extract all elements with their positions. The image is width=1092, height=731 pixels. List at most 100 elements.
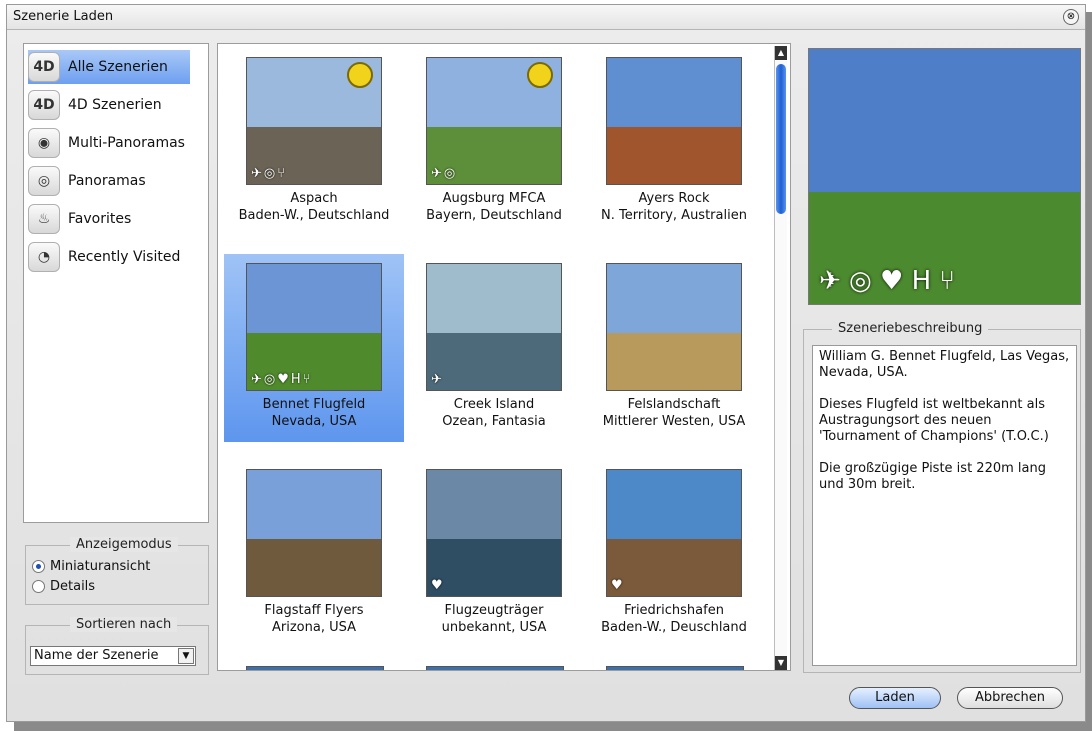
scene-thumbnail-partial[interactable]	[606, 666, 744, 670]
scene-tile[interactable]: ✈◎♥H⑂ Bennet Flugfeld Nevada, USA	[224, 254, 404, 442]
scene-tile[interactable]: ✈◎ Augsburg MFCA Bayern, Deutschland	[404, 48, 584, 236]
scene-caption: Aspach Baden-W., Deutschland	[224, 190, 404, 224]
scroll-down-arrow[interactable]: ▼	[775, 656, 787, 670]
scene-caption: Ayers Rock N. Territory, Australien	[584, 190, 764, 224]
scene-thumbnail[interactable]	[606, 263, 742, 391]
scene-thumbnail[interactable]: ♥	[606, 469, 742, 597]
scene-preview-image: ✈ ◎ ♥ H ⑂	[808, 48, 1081, 305]
scene-location: Bayern, Deutschland	[426, 208, 562, 223]
sort-select[interactable]: Name der Szenerie ▼	[30, 646, 196, 666]
title-bar[interactable]: Szenerie Laden ⊗	[7, 5, 1085, 30]
scene-thumbnail[interactable]	[606, 57, 742, 185]
radio-details-label: Details	[50, 579, 96, 594]
scene-feature-icons: ✈◎⑂	[251, 166, 288, 181]
eye-icon: ◉	[28, 128, 60, 158]
scene-location: Baden-W., Deuschland	[601, 620, 747, 635]
category-label: 4D Szenerien	[68, 97, 162, 113]
scene-caption: Flugzeugträger unbekannt, USA	[404, 602, 584, 636]
radio-details-indicator[interactable]	[32, 580, 45, 593]
scene-name: Friedrichshafen	[624, 603, 724, 618]
scene-location: Ozean, Fantasia	[442, 414, 546, 429]
scene-tile[interactable]: Flagstaff Flyers Arizona, USA	[224, 460, 404, 648]
category-label: Panoramas	[68, 173, 146, 189]
radio-thumbnail-label: Miniaturansicht	[50, 559, 151, 574]
chevron-down-icon[interactable]: ▼	[178, 648, 194, 664]
category-label: Favorites	[68, 211, 132, 227]
scene-thumbnail[interactable]: ✈◎⑂	[246, 57, 382, 185]
scene-tile[interactable]: ✈◎⑂ Aspach Baden-W., Deutschland	[224, 48, 404, 236]
camera-icon: ◎	[28, 166, 60, 196]
scene-name: Creek Island	[453, 397, 535, 412]
scene-thumbnail-partial[interactable]	[246, 666, 384, 670]
display-mode-legend: Anzeigemodus	[70, 537, 178, 552]
location-pin-icon	[347, 62, 373, 88]
all-scenes-icon: 4D	[28, 52, 60, 82]
category-item[interactable]: 4D Alle Szenerien	[28, 50, 190, 84]
scene-thumbnail-partial[interactable]	[426, 666, 564, 670]
scene-location: Arizona, USA	[272, 620, 356, 635]
flame-icon: ♨	[28, 204, 60, 234]
scene-tile[interactable]: Felslandschaft Mittlerer Westen, USA	[584, 254, 764, 442]
display-mode-group: Anzeigemodus Miniaturansicht Details	[25, 537, 209, 605]
scene-name: Aspach	[290, 191, 338, 206]
category-label: Multi-Panoramas	[68, 135, 185, 151]
scene-feature-icons: ✈◎♥H⑂	[251, 372, 313, 387]
scene-caption: Bennet Flugfeld Nevada, USA	[224, 396, 404, 430]
scene-feature-icons: ✈◎	[431, 166, 458, 181]
category-item[interactable]: ◔ Recently Visited	[28, 240, 190, 274]
scene-location: Baden-W., Deutschland	[238, 208, 390, 223]
scene-location: N. Territory, Australien	[601, 208, 747, 223]
location-pin-icon	[527, 62, 553, 88]
scroll-thumb[interactable]	[776, 64, 786, 214]
window-title: Szenerie Laden	[13, 9, 114, 24]
sort-select-value: Name der Szenerie	[34, 648, 159, 663]
load-button[interactable]: Laden	[849, 687, 941, 709]
category-item[interactable]: ◉ Multi-Panoramas	[28, 126, 190, 160]
scroll-up-arrow[interactable]: ▲	[775, 46, 787, 60]
scene-feature-icons: ♥	[431, 578, 445, 593]
scene-feature-icons: ✈	[431, 372, 444, 387]
scene-tile[interactable]: ✈ Creek Island Ozean, Fantasia	[404, 254, 584, 442]
scene-thumbnail[interactable]: ♥	[426, 469, 562, 597]
category-label: Alle Szenerien	[68, 59, 168, 75]
scene-name: Flagstaff Flyers	[264, 603, 364, 618]
scene-caption: Augsburg MFCA Bayern, Deutschland	[404, 190, 584, 224]
description-paragraph: Die großzügige Piste ist 220m lang und 3…	[819, 461, 1046, 492]
category-list: 4D Alle Szenerien 4D 4D Szenerien ◉ Multi-Pan…	[23, 43, 209, 523]
radio-details-view[interactable]: Details	[32, 579, 95, 594]
scene-thumbnail[interactable]: ✈	[426, 263, 562, 391]
scene-thumbnail[interactable]: ✈◎♥H⑂	[246, 263, 382, 391]
scene-location: unbekannt, USA	[441, 620, 547, 635]
scene-caption: Friedrichshafen Baden-W., Deuschland	[584, 602, 764, 636]
scene-thumbnail[interactable]: ✈◎	[426, 57, 562, 185]
description-legend: Szeneriebeschreibung	[832, 321, 989, 336]
description-text: William G. Bennet Flugfeld, Las Vegas, N…	[812, 345, 1077, 666]
scenery-scrollbar[interactable]: ▲ ▼	[774, 46, 787, 670]
scene-caption: Flagstaff Flyers Arizona, USA	[224, 602, 404, 636]
scene-tile[interactable]: ♥ Flugzeugträger unbekannt, USA	[404, 460, 584, 648]
scene-feature-icons: ♥	[611, 578, 625, 593]
scene-tile[interactable]: ♥ Friedrichshafen Baden-W., Deuschland	[584, 460, 764, 648]
sort-group: Sortieren nach Name der Szenerie ▼	[25, 617, 209, 675]
description-paragraph: Dieses Flugfeld ist weltbekannt als Aust…	[819, 397, 1049, 444]
scene-name: Ayers Rock	[638, 191, 710, 206]
scene-location: Nevada, USA	[271, 414, 357, 429]
radio-thumbnail-view[interactable]: Miniaturansicht	[32, 559, 150, 574]
category-item[interactable]: ♨ Favorites	[28, 202, 190, 236]
category-item[interactable]: 4D 4D Szenerien	[28, 88, 190, 122]
load-scenery-dialog: Szenerie Laden ⊗ 4D Alle Szenerien 4D 4D Sz…	[6, 4, 1086, 722]
category-item[interactable]: ◎ Panoramas	[28, 164, 190, 198]
scene-thumbnail[interactable]	[246, 469, 382, 597]
scene-name: Felslandschaft	[627, 397, 721, 412]
scene-tile[interactable]: Ayers Rock N. Territory, Australien	[584, 48, 764, 236]
scene-name: Augsburg MFCA	[442, 191, 546, 206]
close-button[interactable]: ⊗	[1063, 9, 1079, 25]
scenery-grid: ✈◎⑂ Aspach Baden-W., Deutschland ✈◎ Augsburg…	[217, 43, 791, 671]
scene-caption: Creek Island Ozean, Fantasia	[404, 396, 584, 430]
radio-thumbnail-indicator[interactable]	[32, 560, 45, 573]
scene-caption: Felslandschaft Mittlerer Westen, USA	[584, 396, 764, 430]
cancel-button[interactable]: Abbrechen	[957, 687, 1063, 709]
preview-feature-icons: ✈ ◎ ♥ H ⑂	[819, 266, 955, 296]
4d-icon: 4D	[28, 90, 60, 120]
category-label: Recently Visited	[68, 249, 181, 265]
